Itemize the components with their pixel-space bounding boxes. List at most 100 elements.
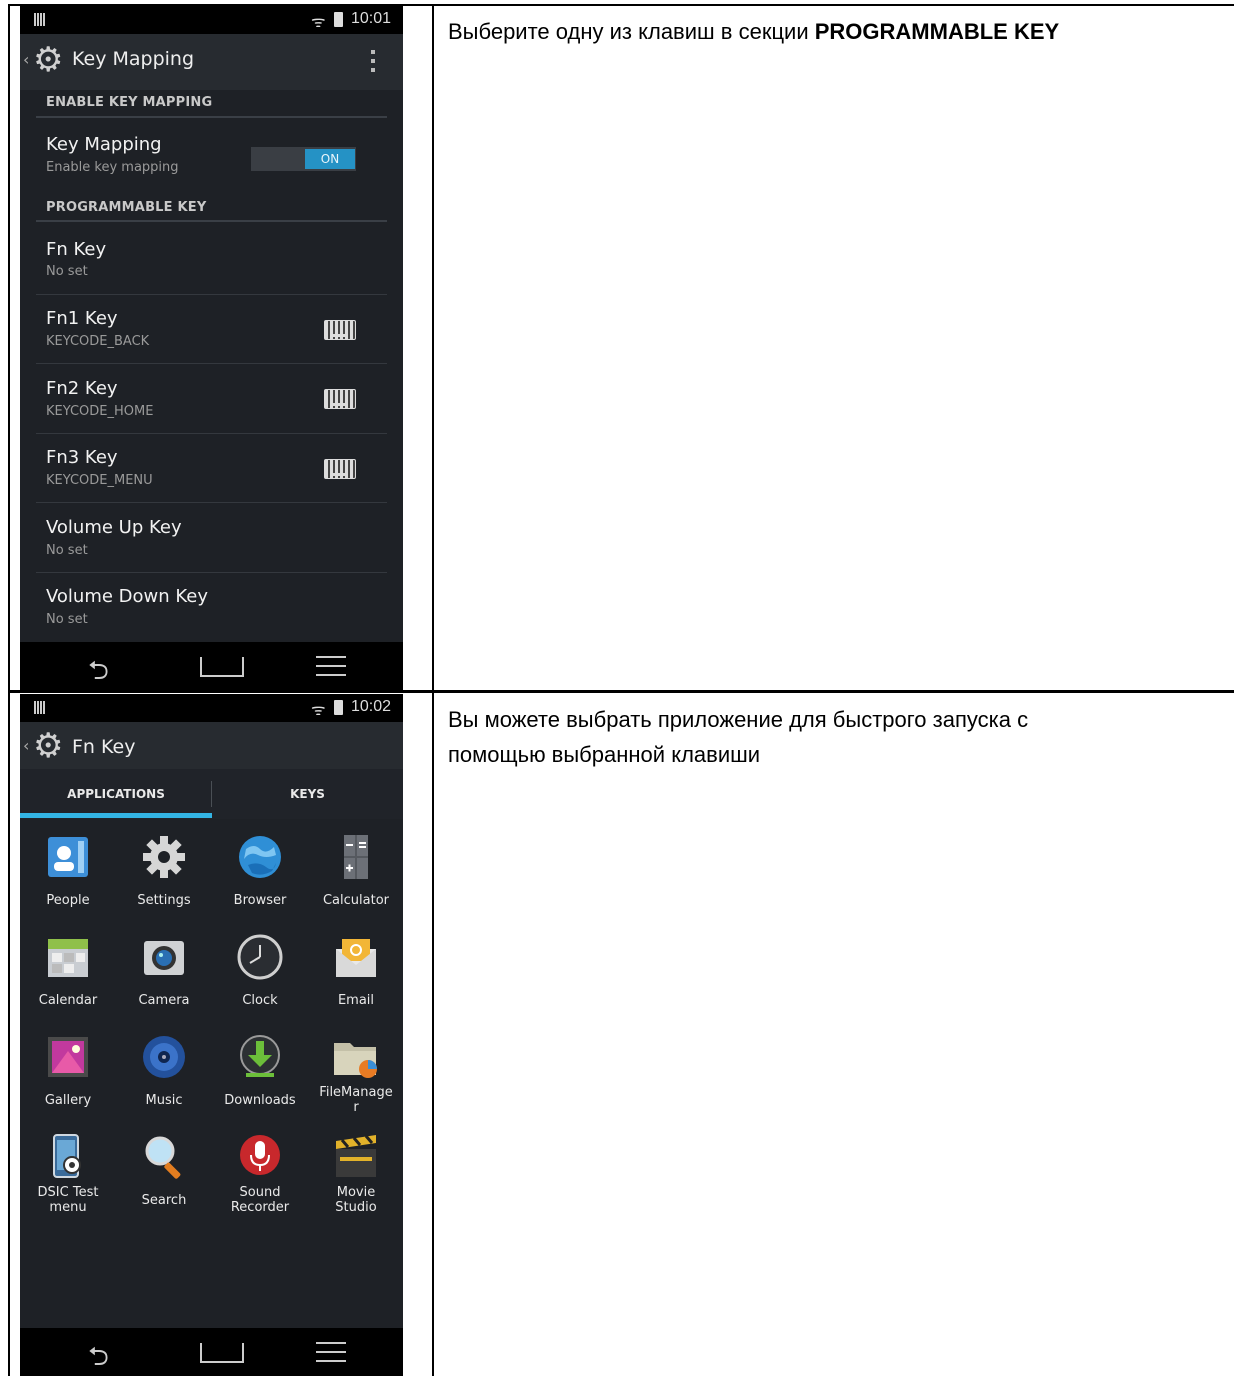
item-subtitle: KEYCODE_BACK bbox=[46, 334, 150, 349]
wifi-icon: ᯤ bbox=[311, 700, 326, 719]
menu-icon[interactable] bbox=[316, 1342, 346, 1362]
app-label: Sound Recorder bbox=[230, 1185, 290, 1215]
calculator-icon bbox=[344, 835, 368, 879]
app-label: Calculator bbox=[322, 893, 389, 908]
browser-icon bbox=[239, 836, 281, 878]
app-label: Browser bbox=[233, 893, 287, 908]
status-time: 10:01 bbox=[351, 10, 392, 27]
keyboard-icon bbox=[324, 389, 356, 409]
action-bar: ‹ ⚙ Fn Key bbox=[20, 722, 403, 770]
item-title: Fn2 Key bbox=[46, 378, 118, 399]
item-title: Fn Key bbox=[46, 239, 107, 260]
item-subtitle: KEYCODE_HOME bbox=[46, 404, 154, 419]
sound-recorder-icon bbox=[240, 1135, 280, 1175]
app-label: Calendar bbox=[38, 993, 98, 1008]
row2-description: Вы можете выбрать приложение для быстрог… bbox=[448, 702, 1208, 772]
overflow-menu-icon[interactable] bbox=[371, 50, 375, 72]
app-label: Movie Studio bbox=[335, 1185, 377, 1215]
app-label: Music bbox=[145, 1093, 183, 1108]
app-label: Clock bbox=[242, 993, 278, 1008]
item-title: Volume Down Key bbox=[46, 586, 209, 607]
tab-applications[interactable]: APPLICATIONS bbox=[20, 769, 212, 819]
home-icon[interactable] bbox=[200, 1343, 244, 1363]
row2-description-line1: Вы можете выбрать приложение для быстрог… bbox=[448, 707, 1029, 732]
app-clock[interactable]: Clock bbox=[212, 929, 308, 1029]
dsic-test-icon bbox=[53, 1134, 81, 1178]
toggle-on-label[interactable]: ON bbox=[305, 149, 355, 169]
fn-key-screen: ᯤ 10:02 ‹ ⚙ Fn Key APPLICATIONS KEYS Peo… bbox=[20, 694, 403, 1376]
item-title: Fn3 Key bbox=[46, 447, 118, 468]
app-email[interactable]: Email bbox=[308, 929, 403, 1029]
item-subtitle: Enable key mapping bbox=[46, 160, 179, 175]
app-label: DSIC Test menu bbox=[37, 1185, 99, 1215]
app-music[interactable]: Music bbox=[116, 1029, 212, 1129]
tab-bar: APPLICATIONS KEYS bbox=[20, 769, 403, 819]
section-header-programmable: PROGRAMMABLE KEY bbox=[46, 200, 207, 215]
back-caret-icon[interactable]: ‹ bbox=[23, 50, 29, 69]
search-icon bbox=[145, 1136, 181, 1179]
table-border-left bbox=[8, 4, 10, 1376]
list-divider bbox=[36, 502, 387, 503]
list-divider bbox=[36, 433, 387, 434]
back-caret-icon[interactable]: ‹ bbox=[23, 736, 29, 755]
camera-icon bbox=[144, 941, 184, 975]
keyboard-icon bbox=[324, 320, 356, 340]
app-label: Email bbox=[337, 993, 375, 1008]
settings-gear-icon[interactable]: ⚙ bbox=[33, 726, 63, 766]
item-title: Fn1 Key bbox=[46, 308, 118, 329]
app-label: Gallery bbox=[44, 1093, 92, 1108]
app-label: Downloads bbox=[224, 1093, 296, 1108]
app-browser[interactable]: Browser bbox=[212, 829, 308, 929]
battery-icon bbox=[334, 700, 343, 715]
people-icon bbox=[48, 837, 88, 877]
file-manager-icon bbox=[334, 1043, 377, 1078]
list-divider bbox=[36, 294, 387, 295]
app-label: People bbox=[46, 893, 90, 908]
app-people[interactable]: People bbox=[20, 829, 116, 929]
back-icon[interactable]: ⮌ bbox=[88, 1338, 109, 1376]
app-dsic-test[interactable]: DSIC Test menu bbox=[20, 1129, 116, 1229]
list-divider bbox=[36, 572, 387, 573]
clock-icon bbox=[237, 934, 283, 980]
row2-description-line2: помощью выбранной клавиши bbox=[448, 742, 761, 767]
tab-indicator bbox=[20, 813, 212, 818]
app-downloads[interactable]: Downloads bbox=[212, 1029, 308, 1129]
settings-gear-icon[interactable]: ⚙ bbox=[33, 40, 63, 80]
app-camera[interactable]: Camera bbox=[116, 929, 212, 1029]
email-icon bbox=[336, 939, 376, 977]
item-title: Volume Up Key bbox=[46, 517, 182, 538]
item-subtitle: No set bbox=[46, 264, 88, 279]
app-label: Search bbox=[141, 1193, 187, 1208]
section-divider bbox=[36, 116, 387, 118]
app-calculator[interactable]: Calculator bbox=[308, 829, 403, 929]
notification-icon bbox=[34, 701, 46, 714]
downloads-icon bbox=[240, 1035, 280, 1077]
list-divider bbox=[36, 363, 387, 364]
bold-term: PROGRAMMABLE KEY bbox=[814, 19, 1060, 44]
music-icon bbox=[143, 1036, 185, 1078]
item-subtitle: No set bbox=[46, 612, 88, 627]
app-file-manager[interactable]: FileManage r bbox=[308, 1029, 403, 1129]
table-border-middle bbox=[8, 690, 1234, 693]
app-search[interactable]: Search bbox=[116, 1129, 212, 1229]
app-movie-studio[interactable]: Movie Studio bbox=[308, 1129, 403, 1229]
action-bar: ‹ ⚙ Key Mapping bbox=[20, 34, 403, 90]
app-sound-recorder[interactable]: Sound Recorder bbox=[212, 1129, 308, 1229]
navigation-bar: ⮌ bbox=[20, 642, 403, 690]
section-header-enable: ENABLE KEY MAPPING bbox=[46, 95, 213, 110]
battery-icon bbox=[334, 12, 343, 27]
status-time: 10:02 bbox=[351, 698, 392, 715]
status-bar: ᯤ 10:02 bbox=[20, 694, 403, 722]
notification-icon bbox=[34, 13, 46, 26]
app-calendar[interactable]: Calendar bbox=[20, 929, 116, 1029]
app-label: Camera bbox=[138, 993, 190, 1008]
app-gallery[interactable]: Gallery bbox=[20, 1029, 116, 1129]
menu-icon[interactable] bbox=[316, 656, 346, 676]
back-icon[interactable]: ⮌ bbox=[88, 652, 109, 690]
page-title: Fn Key bbox=[72, 736, 136, 758]
tab-keys[interactable]: KEYS bbox=[212, 769, 403, 819]
app-label: Settings bbox=[137, 893, 191, 908]
app-settings[interactable]: Settings bbox=[116, 829, 212, 929]
home-icon[interactable] bbox=[200, 657, 244, 677]
wifi-icon: ᯤ bbox=[311, 12, 326, 31]
